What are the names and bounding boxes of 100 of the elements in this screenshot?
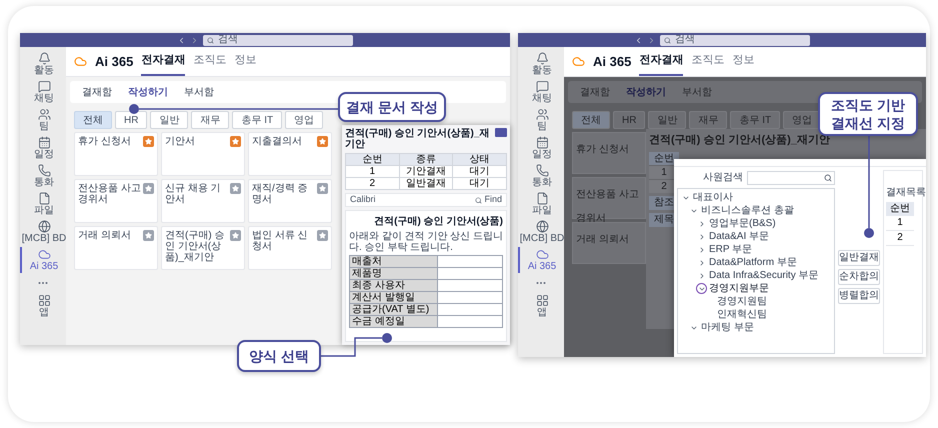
field-value[interactable] bbox=[438, 316, 503, 328]
nav-tab[interactable]: 조직도 bbox=[193, 47, 226, 76]
sub-tab[interactable]: 부서함 bbox=[184, 84, 214, 100]
form-card[interactable]: 거래 의뢰서 bbox=[74, 226, 158, 270]
tree-item[interactable]: 인재혁신팀 bbox=[717, 309, 767, 320]
file-icon bbox=[536, 192, 548, 205]
star-icon[interactable] bbox=[317, 183, 328, 194]
rail-item[interactable]: 통화 bbox=[518, 163, 564, 189]
rail-item[interactable]: 앱 bbox=[20, 293, 66, 319]
form-card[interactable]: 법인 서류 신청서 bbox=[248, 226, 332, 270]
rail-item[interactable]: 팀 bbox=[518, 107, 564, 133]
form-name: 견적(구매) 승인 기안서(상품)_재기안 bbox=[165, 230, 226, 265]
tree-item[interactable]: 비즈니스솔루션 총괄 bbox=[701, 205, 794, 216]
forward-icon[interactable] bbox=[647, 36, 656, 44]
nav-tab[interactable]: 조직도 bbox=[691, 47, 724, 76]
app-name: Ai 365 bbox=[95, 52, 134, 71]
tree-item[interactable]: 경영지원부문 bbox=[709, 283, 769, 294]
rail-item[interactable]: 일정 bbox=[20, 135, 66, 161]
rail-item[interactable]: 팀 bbox=[20, 107, 66, 133]
field-label: 공급가(VAT 별도) bbox=[350, 304, 438, 316]
field-value[interactable] bbox=[438, 280, 503, 292]
form-card[interactable]: 기안서 bbox=[161, 132, 245, 176]
nav-tab[interactable]: 정보 bbox=[732, 47, 754, 76]
category-button[interactable]: 일반 bbox=[150, 111, 188, 129]
tree-item[interactable]: 경영지원팀 bbox=[717, 296, 767, 307]
rail-item[interactable]: 앱 bbox=[518, 293, 564, 319]
sub-tab[interactable]: 결재함 bbox=[82, 84, 112, 100]
form-card[interactable]: 신규 채용 기안서 bbox=[161, 179, 245, 223]
approval-type-button[interactable]: 일반결재 bbox=[838, 250, 880, 266]
approval-type-button[interactable]: 순차합의 bbox=[838, 269, 880, 285]
star-icon[interactable] bbox=[230, 230, 241, 241]
field-value[interactable] bbox=[438, 292, 503, 304]
rail-item[interactable]: 파일 bbox=[518, 191, 564, 217]
category-button[interactable]: 영업 bbox=[285, 111, 324, 129]
search-field[interactable] bbox=[747, 170, 835, 184]
forward-icon[interactable] bbox=[190, 36, 199, 44]
team-icon bbox=[38, 108, 50, 121]
category-button[interactable]: 총무 IT bbox=[232, 111, 282, 129]
tree-item[interactable]: 대표이사 bbox=[693, 192, 733, 203]
field-value[interactable] bbox=[438, 256, 503, 268]
category-button[interactable]: 전체 bbox=[572, 111, 610, 129]
star-icon[interactable] bbox=[143, 136, 154, 147]
form-name: 재직/경력 증명서 bbox=[252, 183, 309, 207]
form-name: 거래 의뢰서 bbox=[576, 234, 629, 245]
form-card[interactable]: 전산용품 사고 경위서 bbox=[74, 179, 158, 223]
search-field[interactable]: 검색 bbox=[660, 34, 810, 46]
form-card[interactable]: 견적(구매) 승인 기안서(상품)_재기안 bbox=[161, 226, 245, 270]
tree-item[interactable]: Data&AI 부문 bbox=[709, 231, 770, 242]
approval-type-button[interactable]: 병렬합의 bbox=[838, 288, 880, 304]
tree-item[interactable]: Data&Platform 부문 bbox=[709, 257, 797, 268]
nav-tab[interactable]: 정보 bbox=[234, 47, 256, 76]
chevron-down-icon[interactable] bbox=[696, 283, 707, 294]
category-button[interactable]: 재무 bbox=[191, 111, 230, 129]
category-button[interactable]: 전체 bbox=[74, 111, 112, 129]
star-icon[interactable] bbox=[317, 230, 328, 241]
rail-item[interactable]: 통화 bbox=[20, 163, 66, 189]
rail-item[interactable]: 일정 bbox=[518, 135, 564, 161]
tree-item[interactable]: Data Infra&Security 부문 bbox=[709, 270, 818, 281]
rail-item[interactable]: 채팅 bbox=[20, 79, 66, 105]
form-card[interactable]: 휴가 신청서 bbox=[74, 132, 158, 176]
field-value[interactable] bbox=[438, 268, 503, 280]
document-title: 견적(구매) 승인 기안서(상품)_재기안 bbox=[649, 133, 831, 148]
rail-item[interactable]: 파일 bbox=[20, 191, 66, 217]
star-icon[interactable] bbox=[143, 230, 154, 241]
find-button[interactable]: Find bbox=[484, 193, 502, 207]
grid-icon bbox=[536, 294, 548, 307]
document-button[interactable] bbox=[495, 128, 507, 137]
star-icon[interactable] bbox=[230, 136, 241, 147]
nav-tab[interactable]: 전자결재 bbox=[141, 47, 186, 76]
tree-item[interactable]: 영업부문(B&S) bbox=[709, 218, 776, 229]
star-icon[interactable] bbox=[143, 183, 154, 194]
search-field[interactable]: 검색 bbox=[203, 34, 353, 46]
rail-item[interactable]: [MCB] BD bbox=[518, 219, 564, 245]
table-cell: 2 bbox=[346, 178, 400, 190]
form-name: 휴가 신청서 bbox=[78, 136, 131, 149]
rail-item[interactable]: 채팅 bbox=[518, 79, 564, 105]
form-card[interactable]: 지출결의서 bbox=[248, 132, 332, 176]
table-cell: 일반결재 bbox=[400, 178, 454, 190]
form-name: 휴가 신청서 bbox=[576, 144, 629, 155]
star-icon[interactable] bbox=[317, 136, 328, 147]
font-select[interactable]: Calibri bbox=[350, 193, 376, 207]
cloud-icon bbox=[536, 248, 548, 261]
rail-item[interactable]: 활동 bbox=[518, 51, 564, 77]
rail-item[interactable]: 활동 bbox=[20, 51, 66, 77]
document-intro: 아래와 같이 견적 기안 상신 드립니다. 승인 부탁 드립니다. bbox=[349, 231, 503, 253]
field-value[interactable] bbox=[438, 304, 503, 316]
form-name: 지출결의서 bbox=[252, 136, 302, 149]
back-icon[interactable] bbox=[634, 36, 643, 44]
tree-item[interactable]: ERP 부문 bbox=[709, 244, 752, 255]
table-cell: 1 bbox=[346, 166, 400, 178]
form-card[interactable]: 재직/경력 증명서 bbox=[248, 179, 332, 223]
table-header: 순번 bbox=[649, 152, 679, 164]
rail-item[interactable]: [MCB] BD bbox=[20, 219, 66, 245]
back-icon[interactable] bbox=[177, 36, 186, 44]
cloud-logo-icon bbox=[74, 55, 87, 68]
sub-tab[interactable]: 작성하기 bbox=[128, 84, 168, 100]
tree-item[interactable]: 마케팅 부문 bbox=[701, 322, 754, 333]
star-icon[interactable] bbox=[230, 183, 241, 194]
category-button[interactable]: HR bbox=[115, 111, 148, 129]
bell-icon bbox=[38, 52, 50, 65]
